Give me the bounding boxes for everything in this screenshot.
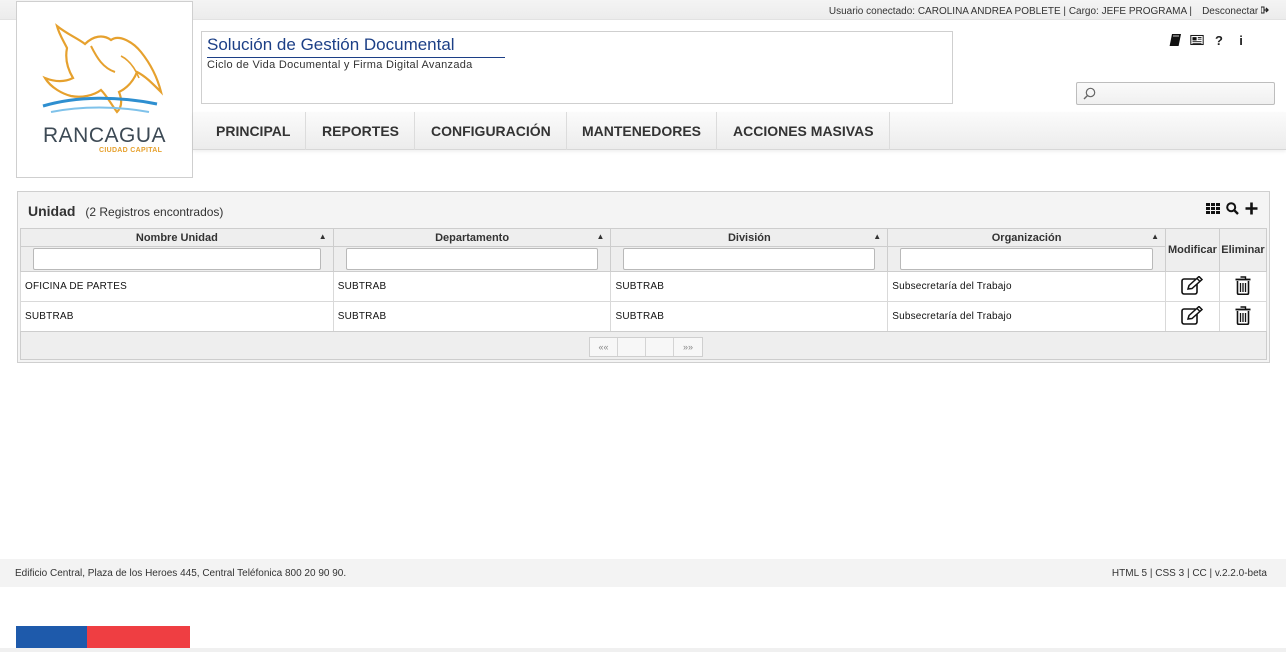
- footer-address: Edificio Central, Plaza de los Heroes 44…: [15, 568, 347, 579]
- panel-header: Unidad (2 Registros encontrados): [18, 192, 1269, 227]
- connected-user-text: Usuario conectado: CAROLINA ANDREA POBLE…: [828, 6, 1192, 17]
- delete-button[interactable]: [1218, 271, 1268, 302]
- search-input[interactable]: [1099, 85, 1269, 102]
- unidad-table: Nombre Unidad ▲︎ Departamento ▲︎ División ▲…: [20, 228, 1268, 332]
- cell-division: SUBTRAB: [610, 271, 889, 302]
- search-icon: [1083, 87, 1096, 105]
- cell-organizacion: Subsecretaría del Trabajo: [887, 271, 1166, 302]
- cell-organizacion: Subsecretaría del Trabajo: [887, 301, 1166, 332]
- nav-item-configuracion[interactable]: CONFIGURACIÓN: [416, 112, 567, 150]
- filter-organizacion-input[interactable]: [900, 248, 1153, 270]
- edit-button[interactable]: [1164, 301, 1220, 332]
- next-page-button[interactable]: [646, 338, 674, 356]
- record-count: (2 Registros encontrados): [85, 205, 224, 219]
- column-label: Organización: [991, 231, 1062, 244]
- column-label: Departamento: [435, 231, 510, 244]
- application-subtitle: Ciclo de Vida Documental y Firma Digital…: [207, 59, 473, 71]
- sort-icon[interactable]: ▲︎: [597, 232, 605, 241]
- panel-title-text: Unidad: [28, 203, 76, 219]
- column-header-organizacion[interactable]: Organización ▲: [887, 228, 1166, 247]
- column-header-departamento[interactable]: Departamento ▲︎: [332, 228, 612, 247]
- delete-button[interactable]: [1218, 301, 1268, 332]
- table-header-row: Nombre Unidad ▲︎ Departamento ▲︎ División ▲…: [20, 228, 1268, 272]
- prev-page-button[interactable]: [618, 338, 646, 356]
- chile-flag-stripe: [16, 626, 190, 648]
- cell-departamento: SUBTRAB: [332, 301, 612, 332]
- application-title-box: Solución de Gestión Documental Ciclo de …: [201, 31, 953, 104]
- book-icon[interactable]: [1168, 33, 1182, 47]
- newspaper-icon[interactable]: [1190, 33, 1204, 47]
- first-page-button[interactable]: ««: [590, 338, 618, 356]
- trash-icon: [1235, 305, 1251, 325]
- nav-item-reportes[interactable]: REPORTES: [307, 112, 416, 150]
- logo-city-name: RANCAGUA: [42, 124, 167, 147]
- filter-division-input[interactable]: [623, 248, 876, 270]
- trash-icon: [1235, 275, 1251, 295]
- nav-item-mantenedores[interactable]: MANTENEDORES: [567, 112, 718, 150]
- sort-icon[interactable]: ▲︎: [319, 232, 327, 241]
- filter-departamento-input[interactable]: [345, 248, 599, 270]
- last-page-button[interactable]: »»: [674, 338, 702, 356]
- filter-nombre-unidad-input[interactable]: [33, 248, 321, 270]
- table-row: SUBTRAB SUBTRAB SUBTRAB Subsecretaría de…: [20, 301, 1268, 332]
- column-header-division[interactable]: División ▲︎: [610, 228, 889, 247]
- edit-icon: [1181, 304, 1204, 325]
- unidad-panel: Unidad (2 Registros encontrados) Nombre …: [17, 191, 1270, 363]
- column-header-modificar: Modificar: [1164, 228, 1220, 272]
- nav-item-principal[interactable]: PRINCIPAL: [201, 112, 307, 150]
- header-icon-bar: ? i: [1168, 33, 1248, 48]
- pager: «« »»: [589, 337, 703, 357]
- filter-cell: [610, 246, 889, 272]
- nav-item-acciones-masivas[interactable]: ACCIONES MASIVAS: [718, 112, 890, 150]
- cell-nombre-unidad: SUBTRAB: [20, 301, 334, 332]
- column-header-nombre-unidad[interactable]: Nombre Unidad ▲︎: [20, 228, 334, 247]
- pagination-bar: «« »»: [20, 331, 1267, 360]
- footer-tech-info: HTML 5 | CSS 3 | CC | v.2.2.0-beta: [1111, 568, 1267, 579]
- logo-tagline: CIUDAD CAPITAL: [99, 147, 163, 154]
- rancagua-logo: RANCAGUA CIUDAD CAPITAL: [16, 1, 193, 178]
- columns-grid-icon[interactable]: [1206, 203, 1220, 214]
- help-icon[interactable]: ?: [1212, 33, 1226, 48]
- logout-label: Desconectar: [1202, 6, 1259, 17]
- application-title: Solución de Gestión Documental: [207, 35, 505, 58]
- flag-red-segment: [87, 626, 190, 648]
- info-icon[interactable]: i: [1234, 33, 1248, 48]
- footer: Edificio Central, Plaza de los Heroes 44…: [0, 559, 1286, 587]
- add-icon[interactable]: [1245, 202, 1258, 215]
- cell-nombre-unidad: OFICINA DE PARTES: [20, 271, 334, 302]
- edit-button[interactable]: [1164, 271, 1220, 302]
- cell-departamento: SUBTRAB: [332, 271, 612, 302]
- filter-cell: [20, 246, 334, 272]
- flag-blue-segment: [16, 626, 87, 648]
- table-filter-row: [20, 246, 1267, 272]
- logout-link[interactable]: Desconectar: [1202, 6, 1269, 17]
- main-navigation: PRINCIPAL REPORTES CONFIGURACIÓN MANTENE…: [193, 112, 1286, 150]
- table-row: OFICINA DE PARTES SUBTRAB SUBTRAB Subsec…: [20, 271, 1268, 302]
- filter-cell: [887, 246, 1166, 272]
- filter-cell: [332, 246, 612, 272]
- bottom-divider: [0, 648, 1286, 652]
- panel-title: Unidad (2 Registros encontrados): [28, 203, 223, 219]
- edit-icon: [1181, 274, 1204, 295]
- sort-ascending-icon[interactable]: ▲: [1151, 232, 1159, 241]
- column-label: División: [727, 231, 771, 244]
- horseman-emblem-icon: [42, 23, 164, 114]
- cell-division: SUBTRAB: [610, 301, 889, 332]
- column-label: Nombre Unidad: [135, 231, 218, 244]
- logout-icon: [1260, 6, 1269, 17]
- search-icon[interactable]: [1226, 202, 1239, 215]
- panel-toolbar: [1206, 202, 1258, 215]
- global-search[interactable]: [1076, 82, 1275, 105]
- column-header-eliminar: Eliminar: [1218, 228, 1268, 272]
- sort-icon[interactable]: ▲︎: [873, 232, 881, 241]
